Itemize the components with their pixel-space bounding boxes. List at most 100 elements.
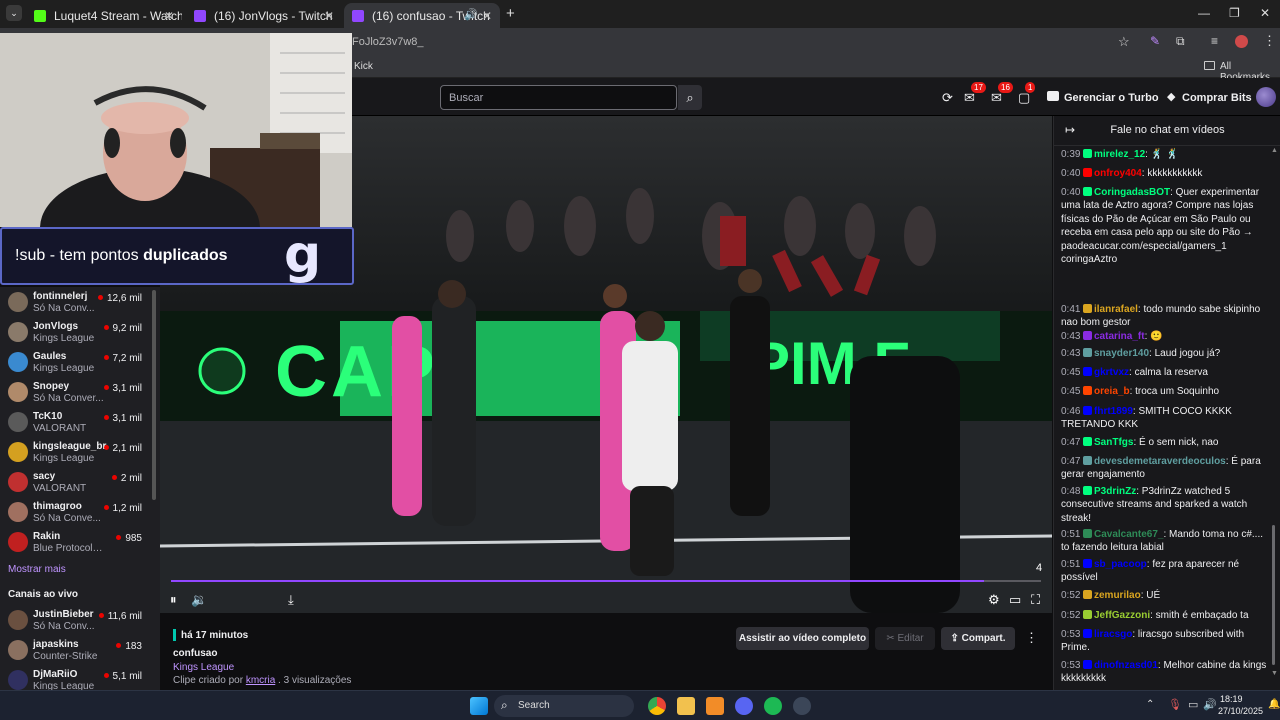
new-tab-icon[interactable]: + xyxy=(506,5,515,22)
channel-name: TcK10 xyxy=(33,411,63,422)
chat-username[interactable]: CoringadasBOT xyxy=(1094,187,1170,198)
media-control-icon[interactable]: ≡ xyxy=(1211,34,1218,48)
chat-username[interactable]: SanTfgs xyxy=(1094,437,1133,448)
close-tab-icon[interactable]: ✕ xyxy=(164,9,174,23)
sidebar-live-channel[interactable]: JustinBieber Só Na Conv... 11,6 mil xyxy=(0,605,160,635)
sidebar-channel[interactable]: kingsleague_br Kings League 2,1 mil xyxy=(0,437,160,467)
bookmark-star-icon[interactable]: ☆ xyxy=(1118,34,1130,50)
clock-time[interactable]: 18:19 xyxy=(1220,694,1243,704)
tab-list-chevron-icon[interactable]: ⌄ xyxy=(6,5,22,21)
chat-username[interactable]: Cavalcante67_ xyxy=(1094,529,1164,540)
chat-username[interactable]: catarina_ft xyxy=(1094,331,1145,342)
edit-button[interactable]: ✂ Editar xyxy=(875,627,935,650)
sidebar-channel[interactable]: fontinnelerj Só Na Conv... 12,6 mil xyxy=(0,287,160,317)
sidebar-scrollbar[interactable] xyxy=(152,290,156,500)
search-input[interactable]: Buscar xyxy=(440,85,677,110)
steam-taskbar-icon[interactable] xyxy=(793,697,811,715)
collapse-chat-icon[interactable]: ↦ xyxy=(1065,116,1075,144)
tray-chevron-icon[interactable]: ⌃ xyxy=(1146,699,1154,710)
speaker-icon[interactable]: 🔊 xyxy=(1203,698,1217,711)
scroll-up-icon[interactable]: ▲ xyxy=(1271,147,1278,154)
download-icon[interactable]: ⤓ xyxy=(288,592,294,608)
spotify-taskbar-icon[interactable] xyxy=(764,697,782,715)
windows-start-icon[interactable] xyxy=(470,697,488,715)
chat-username[interactable]: liracsgo xyxy=(1094,629,1132,640)
profile-icon[interactable] xyxy=(1235,35,1248,48)
theatre-mode-icon[interactable]: ▭ xyxy=(1009,592,1021,608)
clock-date[interactable]: 27/10/2025 xyxy=(1218,706,1263,716)
bookmark-kick[interactable]: Kick xyxy=(354,61,373,72)
chat-username[interactable]: mirelez_12 xyxy=(1094,149,1145,160)
extensions-puzzle-icon[interactable]: ⧉ xyxy=(1176,34,1185,49)
live-dot-icon xyxy=(116,535,122,540)
sidebar-channel[interactable]: thimagroo Só Na Conve... 1,2 mil xyxy=(0,497,160,527)
viewer-count: 12,6 mil xyxy=(106,293,142,304)
chat-scrollbar[interactable]: ▲ ▼ xyxy=(1271,147,1278,678)
show-more-link[interactable]: Mostrar mais xyxy=(8,564,66,575)
restore-icon[interactable]: ❐ xyxy=(1229,6,1240,20)
inbox-icon[interactable]: ✉ 17 xyxy=(964,82,986,106)
close-window-icon[interactable]: ✕ xyxy=(1260,6,1270,20)
tab-luquet4[interactable]: Luquet4 Stream - Watch Live o ✕ xyxy=(26,3,182,28)
chat-username[interactable]: snayder140 xyxy=(1094,348,1149,359)
chat-username[interactable]: devesdemetaraverdeoculos xyxy=(1094,456,1226,467)
clip-title: confusao xyxy=(173,648,218,659)
tab-jonvlogs[interactable]: (16) JonVlogs - Twitch ✕ xyxy=(186,3,342,28)
close-tab-icon[interactable]: ✕ xyxy=(482,9,492,23)
chat-username[interactable]: ilanrafael xyxy=(1094,304,1138,315)
url-field[interactable]: FoJloZ3v7w8_ xyxy=(352,36,424,48)
search-icon[interactable]: ⌕ xyxy=(678,85,702,110)
app-taskbar-icon[interactable] xyxy=(706,697,724,715)
buy-bits-button[interactable]: Comprar Bits xyxy=(1182,87,1252,109)
chat-username[interactable]: JeffGazzoni xyxy=(1094,610,1150,621)
pause-icon[interactable]: ⏸ xyxy=(170,592,177,608)
microphone-icon[interactable]: 🎙 xyxy=(1168,698,1182,711)
chat-username[interactable]: oreia_b xyxy=(1094,386,1130,397)
sidebar-live-channel[interactable]: japaskins Counter-Strike 183 xyxy=(0,635,160,665)
chrome-taskbar-icon[interactable] xyxy=(648,697,666,715)
chat-username[interactable]: sb_pacoop xyxy=(1094,559,1147,570)
chat-username[interactable]: P3drinZz xyxy=(1094,486,1136,497)
whispers-icon[interactable]: ▢ 1 xyxy=(1018,82,1036,106)
chat-username[interactable]: dinofnzasd01 xyxy=(1094,660,1158,671)
watch-full-video-button[interactable]: Assistir ao vídeo completo xyxy=(736,627,869,650)
tab-confusao[interactable]: (16) confusao - Twitch 🔊 ✕ xyxy=(344,3,500,28)
sidebar-channel[interactable]: Gaules Kings League 7,2 mil xyxy=(0,347,160,377)
chat-scroll-thumb[interactable] xyxy=(1272,525,1275,665)
volume-icon[interactable]: 🔉 xyxy=(191,592,207,608)
sidebar-channel[interactable]: JonVlogs Kings League 9,2 mil xyxy=(0,317,160,347)
extension-icon[interactable]: ✎ xyxy=(1150,34,1160,48)
chat-username[interactable]: gkrtvxz xyxy=(1094,367,1129,378)
sidebar-channel[interactable]: TcK10 VALORANT 3,1 mil xyxy=(0,407,160,437)
user-avatar[interactable] xyxy=(1256,87,1276,107)
clip-game-link[interactable]: Kings League xyxy=(173,662,234,673)
chat-username[interactable]: fhrt1899 xyxy=(1094,406,1133,417)
discord-taskbar-icon[interactable] xyxy=(735,697,753,715)
settings-gear-icon[interactable]: ⚙ xyxy=(988,592,1000,608)
chat-badge-icon xyxy=(1083,406,1092,415)
sidebar-live-channel[interactable]: DjMaRiiO Kings League 5,1 mil xyxy=(0,665,160,690)
network-icon[interactable]: ▭ xyxy=(1188,698,1198,711)
menu-dots-icon[interactable]: ⋮ xyxy=(1263,33,1276,49)
sidebar-channel[interactable]: sacy VALORANT 2 mil xyxy=(0,467,160,497)
reload-icon[interactable]: ⟳ xyxy=(942,90,953,106)
file-explorer-icon[interactable] xyxy=(677,697,695,715)
more-options-icon[interactable]: ⋮ xyxy=(1025,630,1038,646)
manage-turbo-button[interactable]: Gerenciar o Turbo xyxy=(1064,87,1159,109)
fullscreen-icon[interactable]: ⛶ xyxy=(1031,592,1040,608)
audio-playing-icon[interactable]: 🔊 xyxy=(464,8,478,21)
chat-username[interactable]: zemurilao xyxy=(1094,590,1141,601)
share-button[interactable]: ⇪ Compart. xyxy=(941,627,1015,650)
chat-message: 0:46 fhrt1899: SMITH COCO KKKK TRETANDO K… xyxy=(1061,405,1271,432)
taskbar-search[interactable]: ⌕ Search xyxy=(494,695,634,717)
sidebar-channel[interactable]: Rakin Blue Protocol: ... 985 xyxy=(0,527,160,557)
notifications-icon[interactable]: ✉ 16 xyxy=(991,82,1013,106)
sidebar-channel[interactable]: Snopey Só Na Conver... 3,1 mil xyxy=(0,377,160,407)
chat-username[interactable]: onfroy404 xyxy=(1094,168,1142,179)
clip-creator-link[interactable]: kmcria xyxy=(246,675,275,686)
close-tab-icon[interactable]: ✕ xyxy=(324,9,334,23)
video-progress-bar[interactable] xyxy=(171,580,1041,582)
minimize-icon[interactable]: — xyxy=(1198,6,1210,20)
scroll-down-icon[interactable]: ▼ xyxy=(1271,670,1278,677)
notification-center-icon[interactable]: 🔔 xyxy=(1268,699,1280,710)
